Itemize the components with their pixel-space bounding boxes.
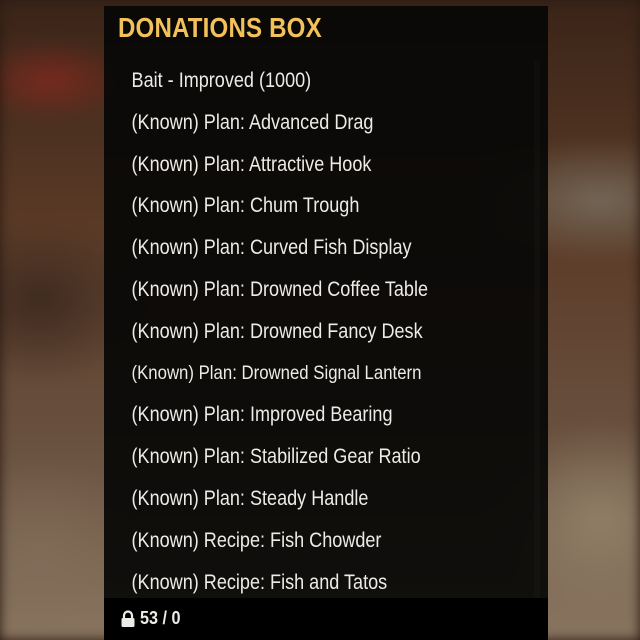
item-label: (Known) Plan: Curved Fish Display bbox=[131, 236, 412, 260]
carry-weight: 53 / 0 bbox=[120, 608, 185, 629]
list-item[interactable]: (Known) Plan: Advanced Drag bbox=[104, 102, 474, 144]
item-label: (Known) Plan: Drowned Coffee Table bbox=[131, 277, 429, 301]
list-item[interactable]: (Known) Plan: Drowned Coffee Table bbox=[104, 269, 474, 311]
weight-value: 53 / 0 bbox=[140, 608, 181, 628]
item-label: (Known) Plan: Advanced Drag bbox=[131, 110, 374, 134]
item-label: (Known) Plan: Drowned Signal Lantern bbox=[131, 361, 422, 384]
item-label: (Known) Plan: Attractive Hook bbox=[131, 152, 372, 176]
item-label: (Known) Plan: Improved Bearing bbox=[131, 403, 393, 427]
list-item[interactable]: (Known) Plan: Chum Trough bbox=[104, 185, 474, 227]
list-item[interactable]: (Known) Plan: Attractive Hook bbox=[104, 144, 474, 186]
list-item[interactable]: (Known) Recipe: Fish Chowder bbox=[104, 520, 474, 562]
item-label: (Known) Recipe: Fish Chowder bbox=[131, 528, 382, 552]
item-label: (Known) Plan: Stabilized Gear Ratio bbox=[131, 445, 421, 469]
list-item[interactable]: (Known) Plan: Steady Handle bbox=[104, 478, 474, 520]
list-item[interactable]: (Known) Plan: Improved Bearing bbox=[104, 394, 474, 436]
item-label: Bait - Improved (1000) bbox=[131, 69, 312, 92]
lock-icon bbox=[120, 609, 136, 628]
list-scrollbar[interactable] bbox=[534, 60, 540, 598]
list-item[interactable]: (Known) Plan: Drowned Signal Lantern bbox=[104, 353, 474, 395]
list-item[interactable]: Bait - Improved (1000) bbox=[104, 60, 474, 102]
item-label: (Known) Plan: Chum Trough bbox=[131, 194, 360, 218]
list-item[interactable]: (Known) Plan: Stabilized Gear Ratio bbox=[104, 436, 474, 478]
container-title: DONATIONS BOX bbox=[118, 12, 322, 43]
item-list: Bait - Improved (1000) (Known) Plan: Adv… bbox=[104, 60, 534, 603]
list-item[interactable]: (Known) Plan: Curved Fish Display bbox=[104, 227, 474, 269]
item-label: (Known) Plan: Drowned Fancy Desk bbox=[131, 319, 423, 343]
item-label: (Known) Recipe: Fish and Tatos bbox=[131, 570, 388, 594]
list-item[interactable]: (Known) Plan: Drowned Fancy Desk bbox=[104, 311, 474, 353]
footer-bar: 53 / 0 bbox=[104, 598, 548, 640]
item-label: (Known) Plan: Steady Handle bbox=[131, 486, 369, 510]
